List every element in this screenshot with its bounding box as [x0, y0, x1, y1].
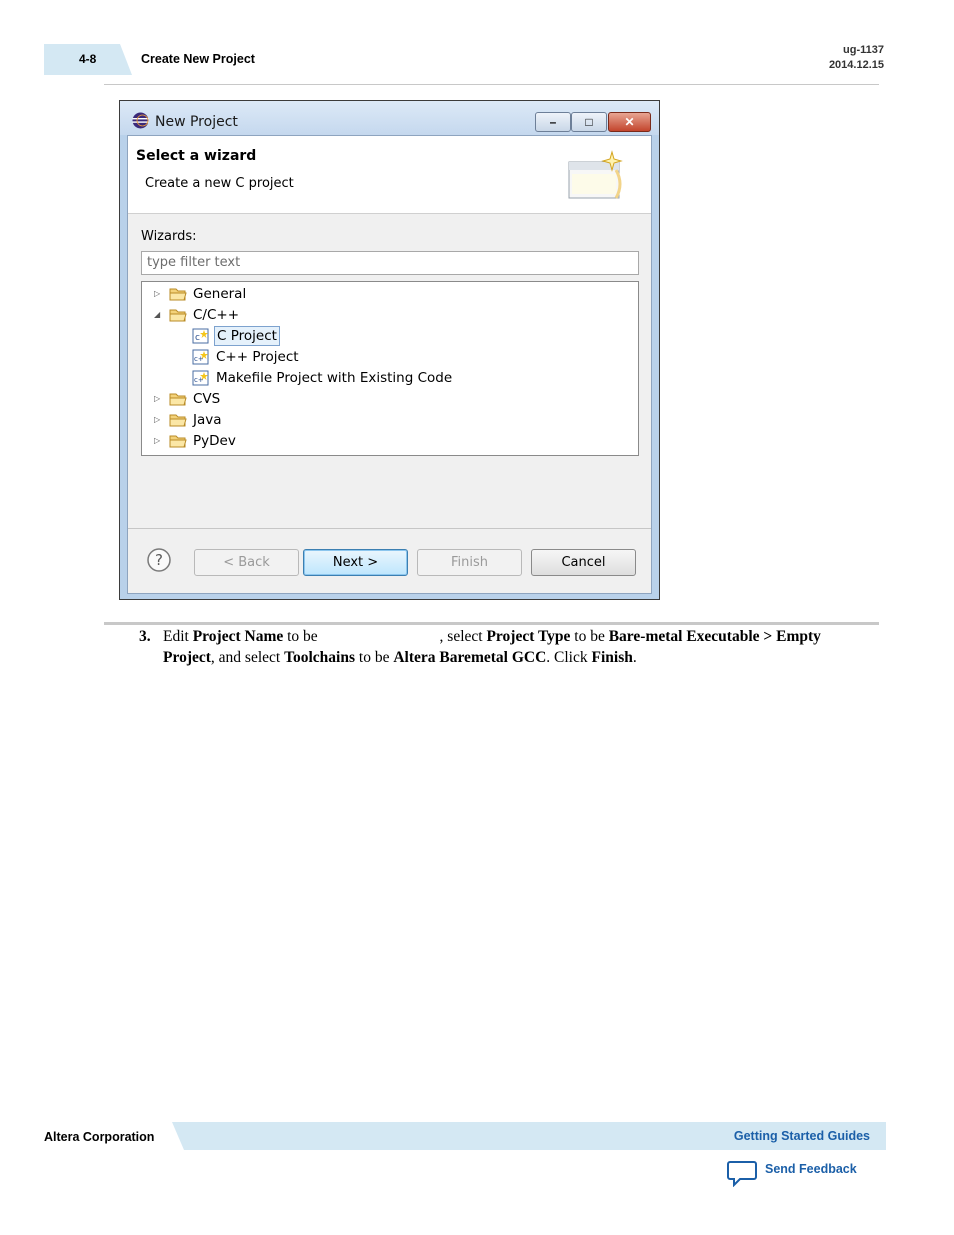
- doc-id: ug-1137 2014.12.15: [829, 43, 884, 73]
- tree-item-label: CVS: [193, 391, 221, 407]
- close-button[interactable]: ✕: [608, 112, 651, 132]
- wizard-banner: Select a wizard Create a new C project: [128, 136, 651, 214]
- maximize-icon: □: [585, 115, 593, 129]
- tree-item-label: C Project: [214, 326, 280, 346]
- svg-text:c: c: [195, 333, 200, 343]
- header-divider: [104, 84, 879, 85]
- page-number: 4-8: [79, 52, 97, 66]
- step-number: 3.: [139, 628, 151, 645]
- tree-item-label: PyDev: [193, 433, 236, 449]
- expand-arrow-icon[interactable]: ▷: [154, 284, 164, 304]
- banner-title: Select a wizard: [136, 148, 257, 164]
- button-bar-divider: [128, 528, 651, 529]
- dialog-titlebar: New Project – □ ✕: [120, 101, 659, 135]
- send-feedback-link[interactable]: Send Feedback: [765, 1162, 857, 1176]
- banner-subtitle: Create a new C project: [145, 176, 294, 191]
- minimize-icon: –: [549, 115, 557, 129]
- tree-item-label: Java: [193, 412, 222, 428]
- svg-text:c+: c+: [194, 376, 204, 384]
- folder-icon: [169, 414, 187, 427]
- finish-button[interactable]: Finish: [417, 549, 522, 576]
- cpp-project-icon: c+: [192, 349, 209, 365]
- close-icon: ✕: [624, 115, 635, 129]
- doc-id-code: ug-1137: [843, 44, 884, 56]
- section-title: Create New Project: [141, 52, 255, 66]
- collapse-arrow-icon[interactable]: ◢: [154, 305, 164, 325]
- help-icon: ?: [155, 551, 163, 569]
- wizard-tree: ▷ General ◢ C/C++ c C Project c+ C++ Pro…: [141, 281, 639, 456]
- expand-arrow-icon[interactable]: ▷: [154, 431, 164, 451]
- maximize-button[interactable]: □: [571, 112, 607, 132]
- tree-item-label: General: [193, 286, 247, 302]
- minimize-button[interactable]: –: [535, 112, 571, 132]
- expand-arrow-icon[interactable]: ▷: [154, 389, 164, 409]
- expand-arrow-icon[interactable]: ▷: [154, 410, 164, 430]
- folder-open-icon: [169, 309, 187, 322]
- feedback-icon[interactable]: [727, 1160, 757, 1187]
- new-wizard-icon: [568, 150, 623, 199]
- tree-item-label: Makefile Project with Existing Code: [216, 370, 453, 386]
- eclipse-icon: [132, 112, 149, 129]
- step-text: Edit Project Name to be , select Project…: [163, 628, 821, 666]
- cancel-button[interactable]: Cancel: [531, 549, 636, 576]
- next-button[interactable]: Next >: [303, 549, 408, 576]
- folder-icon: [169, 393, 187, 406]
- help-button[interactable]: ?: [147, 548, 171, 572]
- wizards-label: Wizards:: [141, 229, 197, 244]
- dialog-content: Select a wizard Create a new C project W…: [127, 135, 652, 594]
- svg-text:c+: c+: [194, 355, 204, 363]
- folder-icon: [169, 288, 187, 301]
- makefile-project-icon: c+: [192, 370, 209, 386]
- dialog-title: New Project: [155, 114, 238, 130]
- body-divider: [104, 622, 879, 625]
- tree-item-label: C++ Project: [216, 349, 299, 365]
- getting-started-guides-link[interactable]: Getting Started Guides: [734, 1129, 870, 1143]
- footer-company: Altera Corporation: [44, 1130, 155, 1144]
- doc-date: 2014.12.15: [828, 59, 884, 71]
- back-button[interactable]: < Back: [194, 549, 299, 576]
- filter-input[interactable]: type filter text: [141, 251, 639, 275]
- folder-icon: [169, 435, 187, 448]
- tree-item-label: C/C++: [193, 307, 240, 323]
- c-project-icon: c: [192, 328, 209, 344]
- new-project-dialog: New Project – □ ✕ Select a wizard Create…: [119, 100, 660, 600]
